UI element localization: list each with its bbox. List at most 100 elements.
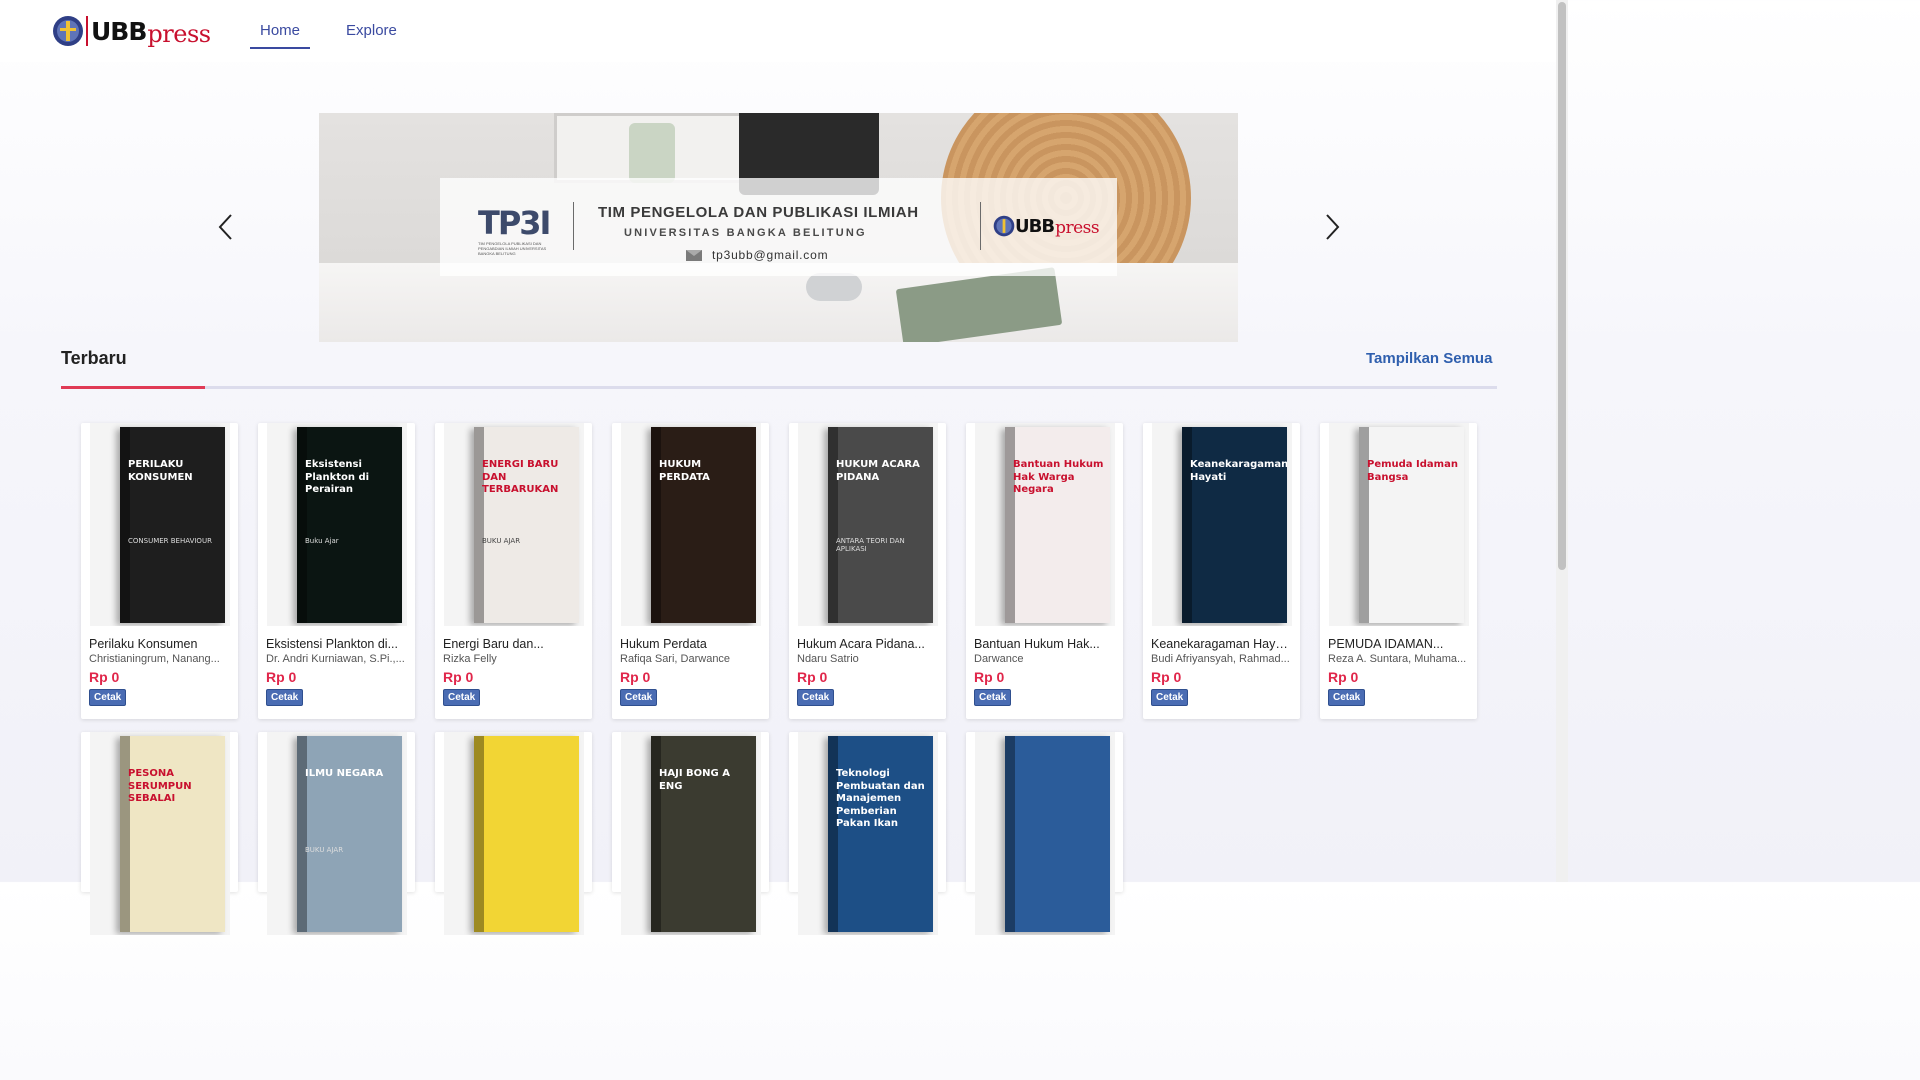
book-price: Rp 0: [266, 669, 297, 685]
book-cover-image[interactable]: [444, 732, 584, 935]
banner-subtitle: UNIVERSITAS BANGKA BELITUNG: [624, 227, 867, 239]
cover-subtitle: BUKU AJAR: [482, 537, 521, 545]
nav-home[interactable]: Home: [250, 20, 311, 49]
cover-subtitle: Buku Ajar: [305, 537, 339, 545]
card-divider: [573, 202, 574, 250]
cover-title: Pemuda Idaman Bangsa: [1367, 459, 1458, 483]
book-author: Reza A. Suntara, Muhama...: [1328, 653, 1467, 665]
tp3i-logo: TP3I: [478, 204, 551, 242]
print-badge: Cetak: [89, 689, 127, 706]
book-spine: [297, 427, 307, 623]
page-scrollbar[interactable]: [1556, 0, 1568, 882]
book-cover: ILMU NEGARA BUKU AJAR: [297, 736, 402, 932]
book-cover-image[interactable]: Pemuda Idaman Bangsa: [1329, 423, 1469, 626]
section-title: Terbaru: [61, 348, 127, 368]
book-cover-image[interactable]: [975, 732, 1115, 935]
print-badge: Cetak: [974, 689, 1012, 706]
banner-ubbpress-logo: UBB press: [993, 214, 1100, 238]
book-cover-image[interactable]: PERILAKU KONSUMEN CONSUMER BEHAVIOUR: [90, 423, 230, 626]
book-card[interactable]: HAJI BONG A ENG: [612, 732, 769, 935]
book-card[interactable]: PESONA SERUMPUN SEBALAI: [81, 732, 238, 935]
book-spine: [120, 736, 130, 932]
book-author: Rafiqa Sari, Darwance: [620, 653, 731, 665]
cover-title: HAJI BONG A ENG: [659, 768, 730, 792]
book-title: PEMUDA IDAMAN...: [1328, 637, 1444, 651]
book-spine: [1182, 427, 1192, 623]
banner-info-card: TP3I TIM PENGELOLA PUBLIKASI DAN PENGABD…: [440, 178, 1117, 276]
cover-title: ENERGI BARU DAN TERBARUKAN: [482, 459, 559, 495]
cover-subtitle: BUKU AJAR: [305, 846, 344, 854]
show-all-link[interactable]: Tampilkan Semua: [1366, 350, 1492, 367]
scrollbar-thumb[interactable]: [1558, 2, 1566, 570]
book-card[interactable]: Eksistensi Plankton di Perairan Buku Ajar…: [258, 423, 415, 719]
book-cover-image[interactable]: HUKUM PERDATA: [621, 423, 761, 626]
book-cover: HUKUM PERDATA: [651, 427, 756, 623]
site-logo[interactable]: UBB press: [52, 12, 211, 50]
cover-subtitle: CONSUMER BEHAVIOUR: [128, 537, 212, 545]
book-spine: [297, 736, 307, 932]
book-cover-image[interactable]: HAJI BONG A ENG: [621, 732, 761, 935]
cover-title: HUKUM PERDATA: [659, 459, 710, 483]
cover-title: HUKUM ACARA PIDANA: [836, 459, 920, 483]
book-card[interactable]: Teknologi Pembuatan dan Manajemen Pember…: [789, 732, 946, 935]
carousel-next-button[interactable]: [1319, 212, 1345, 242]
hero-banner[interactable]: TP3I TIM PENGELOLA PUBLIKASI DAN PENGABD…: [319, 113, 1238, 342]
book-author: Rizka Felly: [443, 653, 497, 665]
book-card[interactable]: [435, 732, 592, 935]
book-cover: PERILAKU KONSUMEN CONSUMER BEHAVIOUR: [120, 427, 225, 623]
book-cover: Keanekaragaman Hayati: [1182, 427, 1287, 623]
chevron-right-icon: [1326, 214, 1340, 240]
book-price: Rp 0: [974, 669, 1005, 685]
book-spine: [1005, 736, 1015, 932]
book-spine: [828, 736, 838, 932]
banner-vase: [629, 123, 675, 183]
book-cover-image[interactable]: ENERGI BARU DAN TERBARUKAN BUKU AJAR: [444, 423, 584, 626]
book-title: Hukum Perdata: [620, 637, 707, 651]
book-card[interactable]: ENERGI BARU DAN TERBARUKAN BUKU AJAR Energ…: [435, 423, 592, 719]
book-card[interactable]: Keanekaragaman Hayati Keanekaragaman Haya…: [1143, 423, 1300, 719]
banner-logo-ubb: UBB: [1015, 215, 1055, 237]
book-cover-image[interactable]: HUKUM ACARA PIDANA ANTARA TEORI DAN APLIK…: [798, 423, 938, 626]
book-author: Christianingrum, Nanang...: [89, 653, 220, 665]
book-price: Rp 0: [797, 669, 828, 685]
book-cover: [1005, 736, 1110, 932]
book-cover: HUKUM ACARA PIDANA ANTARA TEORI DAN APLIK…: [828, 427, 933, 623]
book-cover-image[interactable]: Teknologi Pembuatan dan Manajemen Pember…: [798, 732, 938, 935]
print-badge: Cetak: [620, 689, 658, 706]
logo-text-press: press: [147, 20, 211, 48]
book-cover-image[interactable]: Keanekaragaman Hayati: [1152, 423, 1292, 626]
carousel-prev-button[interactable]: [213, 212, 239, 242]
nav-explore[interactable]: Explore: [336, 20, 407, 49]
book-cover-image[interactable]: Eksistensi Plankton di Perairan Buku Ajar: [267, 423, 407, 626]
cover-title: PESONA SERUMPUN SEBALAI: [128, 768, 192, 804]
print-badge: Cetak: [1151, 689, 1189, 706]
book-author: Budi Afriyansyah, Rahmad...: [1151, 653, 1290, 665]
university-emblem-icon: [53, 16, 83, 46]
book-author: Ndaru Satrio: [797, 653, 859, 665]
book-card[interactable]: PERILAKU KONSUMEN CONSUMER BEHAVIOUR Peril…: [81, 423, 238, 719]
banner-logo-press: press: [1055, 218, 1100, 238]
book-cover: HAJI BONG A ENG: [651, 736, 756, 932]
book-card[interactable]: ILMU NEGARA BUKU AJAR: [258, 732, 415, 935]
book-spine: [474, 736, 484, 932]
book-price: Rp 0: [89, 669, 120, 685]
card-divider-right: [980, 202, 981, 250]
logo-divider: [86, 16, 88, 46]
logo-text-ubb: UBB: [91, 16, 147, 46]
book-cover-image[interactable]: Bantuan Hukum Hak Warga Negara: [975, 423, 1115, 626]
book-cover-image[interactable]: PESONA SERUMPUN SEBALAI: [90, 732, 230, 935]
print-badge: Cetak: [1328, 689, 1366, 706]
book-card[interactable]: [966, 732, 1123, 935]
book-spine: [651, 427, 661, 623]
book-cover: Teknologi Pembuatan dan Manajemen Pember…: [828, 736, 933, 932]
main-nav: Home Explore: [250, 20, 407, 49]
book-price: Rp 0: [620, 669, 651, 685]
cover-subtitle: ANTARA TEORI DAN APLIKASI: [836, 537, 905, 553]
book-title: Eksistensi Plankton di...: [266, 637, 399, 651]
book-card[interactable]: Bantuan Hukum Hak Warga Negara Bantuan Hu…: [966, 423, 1123, 719]
cover-title: Keanekaragaman Hayati: [1190, 459, 1287, 483]
book-cover-image[interactable]: ILMU NEGARA BUKU AJAR: [267, 732, 407, 935]
book-card[interactable]: HUKUM PERDATA Hukum Perdata Rafiqa Sari, D…: [612, 423, 769, 719]
book-card[interactable]: Pemuda Idaman Bangsa PEMUDA IDAMAN... Reza…: [1320, 423, 1477, 719]
book-card[interactable]: HUKUM ACARA PIDANA ANTARA TEORI DAN APLIK…: [789, 423, 946, 719]
